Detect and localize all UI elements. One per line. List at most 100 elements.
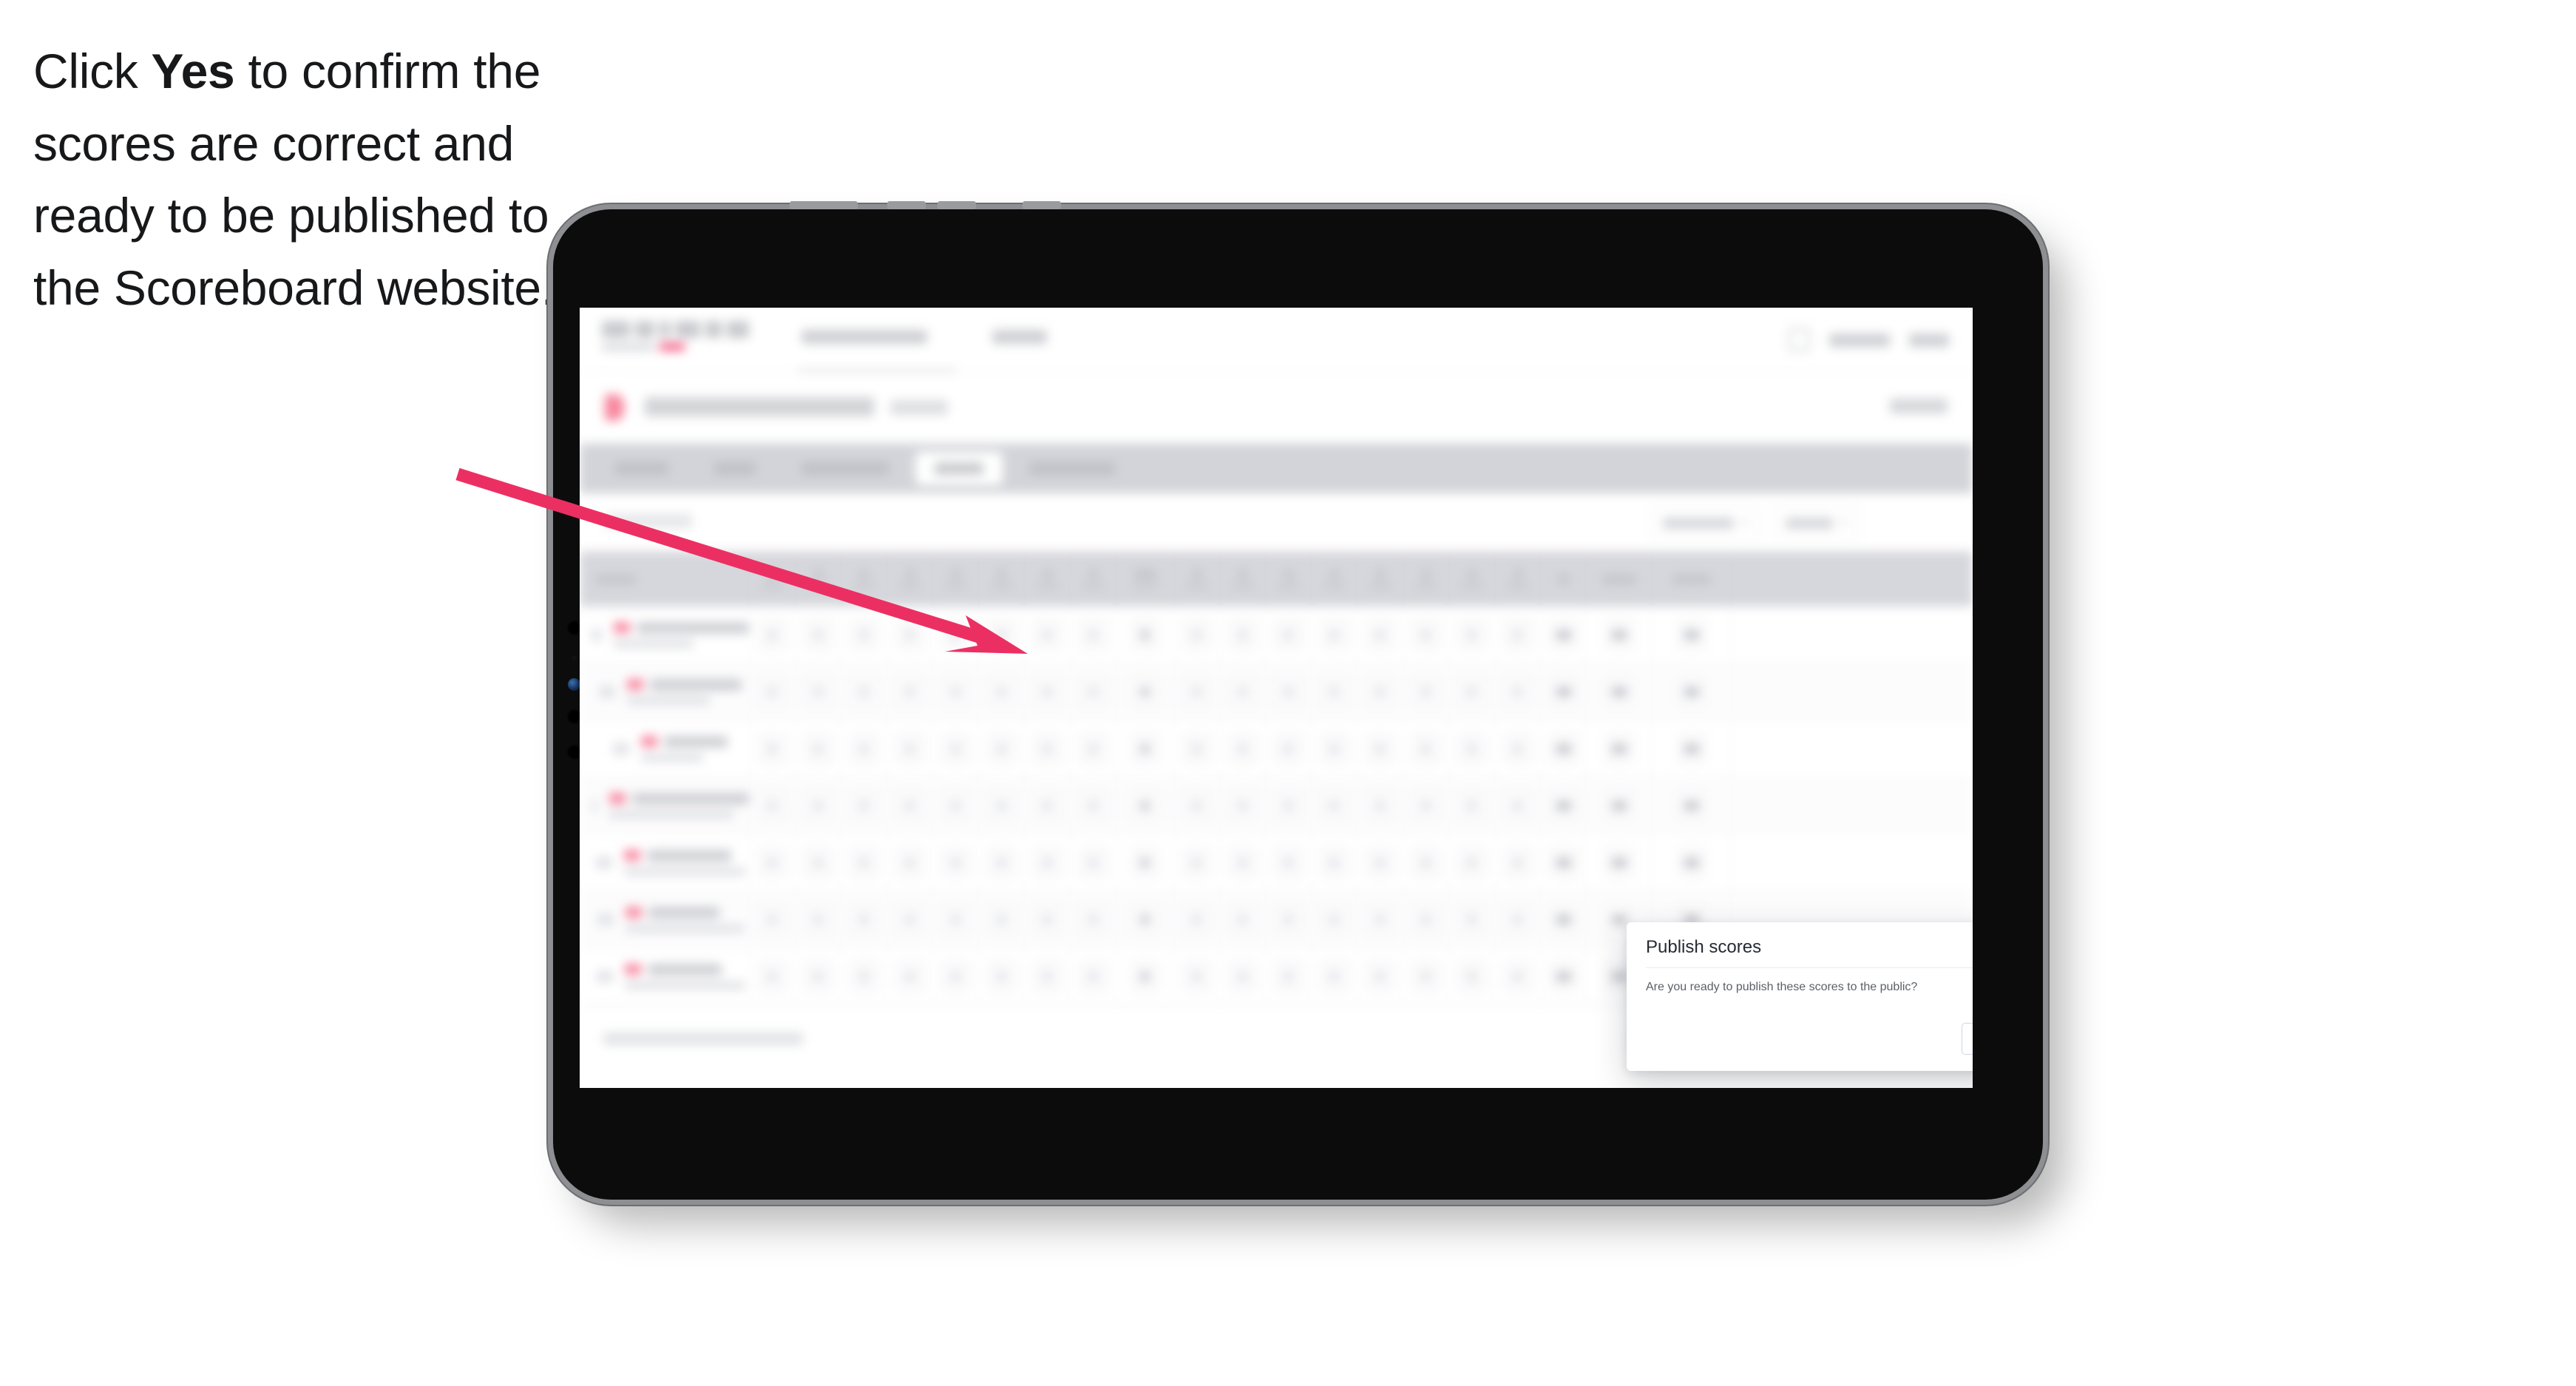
score-cell[interactable] — [750, 720, 796, 777]
score-cell[interactable] — [1495, 834, 1541, 890]
score-input[interactable] — [1273, 789, 1304, 822]
device-button-volume-down[interactable] — [938, 201, 976, 209]
score-cell[interactable] — [1587, 834, 1652, 890]
device-button-volume-up[interactable] — [887, 201, 926, 209]
score-input[interactable] — [1319, 960, 1349, 993]
navbar-user-area[interactable] — [1789, 328, 1949, 351]
score-cell[interactable] — [1652, 720, 1732, 777]
score-input[interactable] — [849, 789, 879, 822]
score-cell[interactable] — [1358, 606, 1403, 663]
column-header-2[interactable] — [796, 552, 841, 606]
score-input[interactable] — [1502, 789, 1533, 822]
score-input[interactable] — [1502, 846, 1533, 879]
score-cell[interactable] — [1071, 948, 1116, 1004]
score-input[interactable] — [757, 903, 787, 936]
score-cell[interactable] — [887, 777, 933, 834]
score-input[interactable] — [1227, 732, 1258, 765]
score-cell[interactable] — [1403, 777, 1449, 834]
score-input[interactable] — [849, 675, 879, 708]
score-input[interactable] — [1078, 732, 1108, 765]
score-input[interactable] — [1548, 789, 1579, 822]
score-input[interactable] — [1676, 846, 1706, 879]
score-cell[interactable] — [979, 777, 1025, 834]
score-cell[interactable] — [1266, 834, 1312, 890]
column-header-6[interactable] — [979, 552, 1025, 606]
score-cell[interactable] — [1071, 777, 1116, 834]
score-cell[interactable] — [1312, 663, 1358, 720]
score-input[interactable] — [1604, 675, 1634, 708]
score-cell[interactable] — [1358, 891, 1403, 947]
score-cell[interactable] — [1358, 720, 1403, 777]
score-cell[interactable] — [1449, 891, 1495, 947]
search-input[interactable] — [605, 514, 692, 528]
score-cell[interactable] — [1495, 720, 1541, 777]
score-cell[interactable] — [1403, 834, 1449, 890]
score-cell[interactable] — [796, 948, 841, 1004]
score-cell[interactable] — [796, 834, 841, 890]
score-cell[interactable] — [1495, 777, 1541, 834]
score-input[interactable] — [1032, 960, 1062, 993]
score-input[interactable] — [986, 960, 1017, 993]
score-input[interactable] — [895, 846, 925, 879]
score-input[interactable] — [1182, 675, 1212, 708]
score-input[interactable] — [757, 675, 787, 708]
score-input[interactable] — [940, 960, 971, 993]
score-input[interactable] — [1604, 789, 1634, 822]
score-input[interactable] — [1032, 732, 1062, 765]
score-input[interactable] — [1227, 675, 1258, 708]
score-cell[interactable] — [1449, 834, 1495, 890]
score-input[interactable] — [940, 903, 971, 936]
table-row[interactable] — [580, 834, 1973, 891]
score-input[interactable] — [1365, 789, 1395, 822]
score-cell[interactable] — [796, 777, 841, 834]
score-cell[interactable] — [1025, 777, 1071, 834]
score-input[interactable] — [849, 732, 879, 765]
score-cell[interactable] — [1116, 948, 1174, 1004]
score-input[interactable] — [1676, 789, 1706, 822]
score-cell[interactable] — [841, 777, 887, 834]
score-cell[interactable] — [1403, 948, 1449, 1004]
score-cell[interactable] — [750, 777, 796, 834]
column-header-10[interactable] — [1174, 552, 1220, 606]
score-input[interactable] — [1273, 903, 1304, 936]
score-input[interactable] — [1411, 903, 1441, 936]
score-input[interactable] — [803, 732, 833, 765]
score-cell[interactable] — [1266, 720, 1312, 777]
score-cell[interactable] — [979, 834, 1025, 890]
score-cell[interactable] — [1071, 663, 1116, 720]
score-input[interactable] — [1319, 732, 1349, 765]
score-input[interactable] — [1411, 789, 1441, 822]
score-input[interactable] — [1032, 903, 1062, 936]
filter-control-1[interactable] — [1775, 507, 1859, 539]
score-input[interactable] — [1182, 732, 1212, 765]
score-cell[interactable] — [1312, 891, 1358, 947]
score-cell[interactable] — [1358, 948, 1403, 1004]
score-input[interactable] — [849, 618, 879, 651]
score-cell[interactable] — [1652, 777, 1732, 834]
device-button-aux[interactable] — [1023, 201, 1061, 209]
score-cell[interactable] — [750, 834, 796, 890]
tab-2[interactable] — [782, 452, 908, 485]
score-input[interactable] — [1078, 846, 1108, 879]
score-input[interactable] — [803, 846, 833, 879]
score-input[interactable] — [1078, 789, 1108, 822]
score-input[interactable] — [1365, 846, 1395, 879]
score-cell[interactable] — [1025, 606, 1071, 663]
score-cell[interactable] — [1025, 720, 1071, 777]
score-input[interactable] — [1365, 675, 1395, 708]
score-cell[interactable] — [1541, 948, 1587, 1004]
score-input[interactable] — [1411, 618, 1441, 651]
score-input[interactable] — [1182, 846, 1212, 879]
score-input[interactable] — [895, 903, 925, 936]
score-input[interactable] — [1411, 846, 1441, 879]
score-cell[interactable] — [796, 663, 841, 720]
column-header-15[interactable] — [1403, 552, 1449, 606]
score-input[interactable] — [940, 846, 971, 879]
score-input[interactable] — [1457, 846, 1487, 879]
score-input[interactable] — [986, 618, 1017, 651]
score-input[interactable] — [1130, 903, 1160, 936]
score-input[interactable] — [986, 789, 1017, 822]
score-input[interactable] — [1604, 846, 1634, 879]
score-cell[interactable] — [933, 948, 979, 1004]
score-cell[interactable] — [1403, 606, 1449, 663]
